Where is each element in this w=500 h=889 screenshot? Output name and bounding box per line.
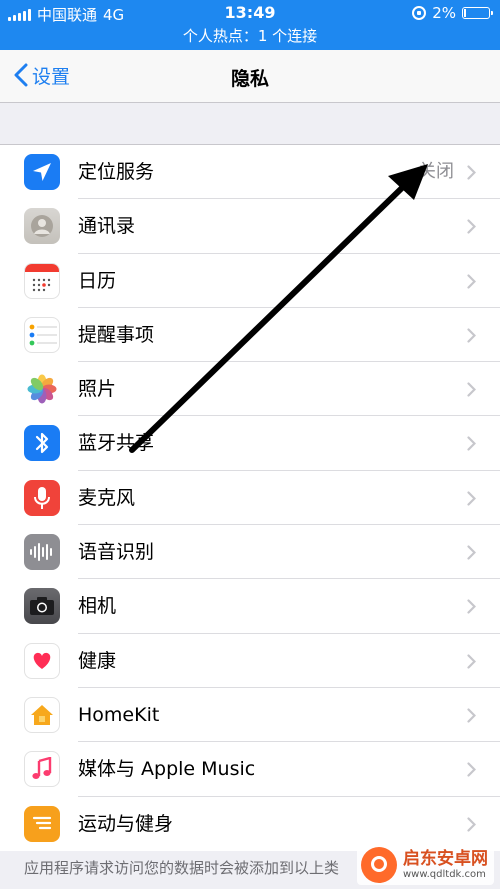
row-location-services[interactable]: 定位服务 关闭 [0,145,500,200]
row-bluetooth-sharing[interactable]: 蓝牙共享 [0,416,500,471]
contacts-icon [24,208,60,245]
speech-recognition-icon [24,534,60,571]
chevron-right-icon [467,273,476,289]
row-label: 麦克风 [78,486,136,509]
row-label: 媒体与 Apple Music [78,758,256,781]
row-microphone[interactable]: 麦克风 [0,471,500,526]
chevron-right-icon [467,382,476,397]
homekit-house-icon [24,696,60,733]
chevron-right-icon [467,762,476,777]
status-right: 2% [412,4,493,22]
chevron-right-icon [467,219,476,234]
hotspot-banner[interactable]: 个人热点：1 个连接 [0,25,500,46]
privacy-list: 定位服务 关闭 通讯录 日历 提醒事项 照片 蓝牙共享 麦克风 语音识别 相机 … [0,144,500,851]
row-label: 通讯录 [78,215,136,238]
row-label: 蓝牙共享 [78,432,155,455]
battery-icon [462,7,493,19]
page-title: 隐私 [230,68,269,90]
row-speech-recognition[interactable]: 语音识别 [0,525,500,580]
chevron-right-icon [467,654,476,669]
row-camera[interactable]: 相机 [0,579,500,634]
watermark-logo-icon [361,847,397,883]
row-calendar[interactable]: 日历 [0,254,500,308]
chevron-right-icon [467,708,476,723]
row-label: 日历 [78,269,117,292]
navigation-bar: 设置 隐私 [0,50,500,103]
row-label: 语音识别 [78,541,155,564]
chevron-right-icon [467,328,476,343]
calendar-icon [24,262,60,299]
row-label: 照片 [78,378,117,401]
watermark-title: 启东安卓网 [403,849,488,870]
row-value: 关闭 [418,161,454,182]
status-bar: 中国联通 4G 13:49 2% 个人热点：1 个连接 [0,0,500,50]
watermark: 启东安卓网 www.qdltdk.com [357,845,494,885]
chevron-right-icon [467,816,476,832]
motion-fitness-icon [24,805,60,842]
row-label: 定位服务 [78,161,155,183]
row-label: HomeKit [78,703,160,726]
chevron-right-icon [467,436,476,452]
battery-percent: 2% [432,4,456,22]
row-label: 提醒事项 [78,323,155,346]
row-photos[interactable]: 照片 [0,362,500,417]
row-label: 相机 [78,595,117,618]
chevron-right-icon [467,599,476,614]
health-heart-icon [24,642,60,679]
orientation-lock-icon [412,6,427,20]
watermark-text: 启东安卓网 www.qdltdk.com [403,850,488,880]
watermark-url: www.qdltdk.com [403,868,486,880]
row-label: 运动与健身 [78,812,174,835]
row-media-apple-music[interactable]: 媒体与 Apple Music [0,742,500,797]
row-label: 健康 [78,649,117,672]
camera-icon [24,588,60,625]
bluetooth-icon [24,425,60,462]
chevron-right-icon [467,165,476,180]
row-contacts[interactable]: 通讯录 [0,199,500,254]
row-motion-fitness[interactable]: 运动与健身 [0,797,500,851]
footer-note: 应用程序请求访问您的数据时会被添加到以上类 [24,859,340,877]
location-arrow-icon [24,154,60,190]
reminders-icon [24,316,60,353]
row-homekit[interactable]: HomeKit [0,688,500,743]
chevron-right-icon [467,545,476,560]
row-health[interactable]: 健康 [0,634,500,688]
microphone-icon [24,479,60,516]
row-reminders[interactable]: 提醒事项 [0,308,500,363]
chevron-right-icon [467,491,476,506]
photos-icon [24,371,60,408]
music-note-icon [24,751,60,788]
